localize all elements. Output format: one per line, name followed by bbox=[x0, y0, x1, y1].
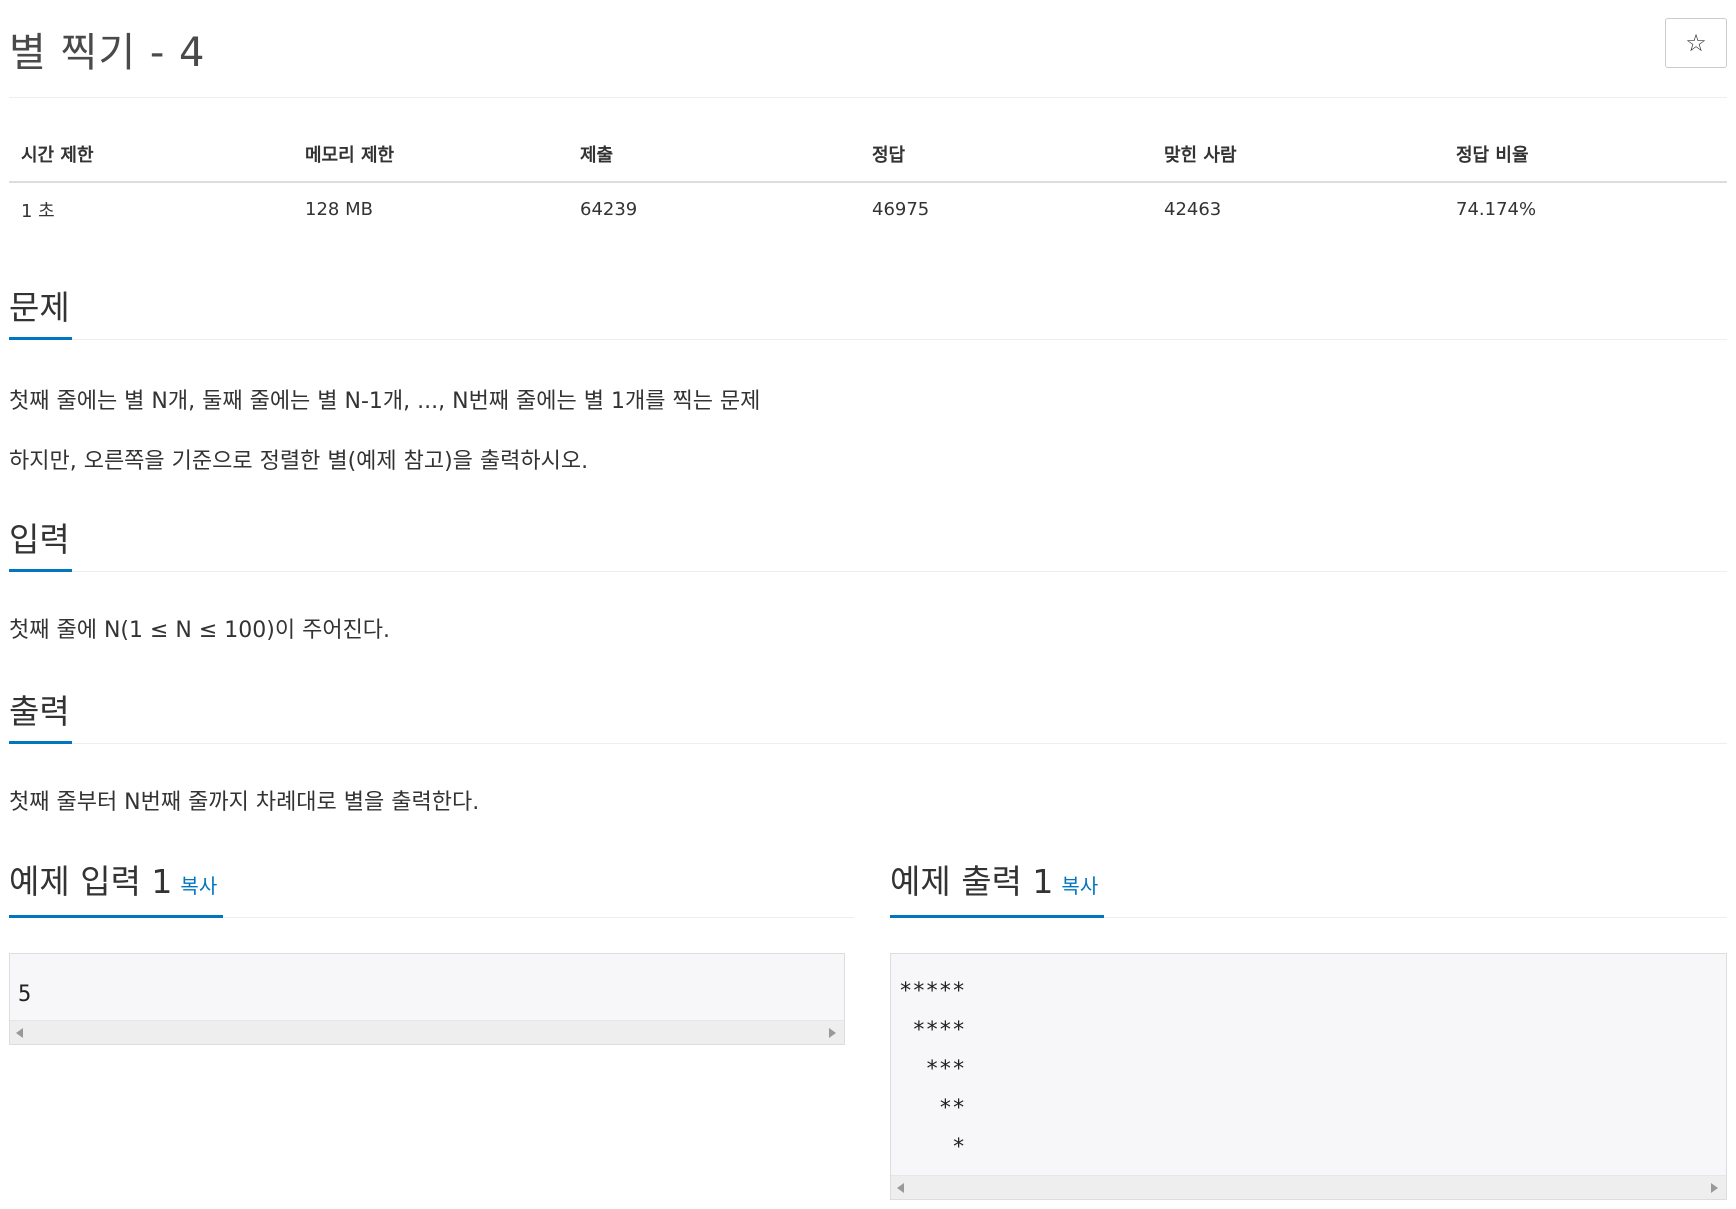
scroll-right-arrow-icon[interactable] bbox=[829, 1028, 836, 1038]
sample-output-copy-link[interactable]: 복사 bbox=[1061, 874, 1098, 898]
problem-heading: 문제 bbox=[9, 286, 72, 340]
problem-section: 문제 첫째 줄에는 별 N개, 둘째 줄에는 별 N-1개, ..., N번째 … bbox=[9, 286, 1727, 477]
sample-input-box[interactable]: 5 bbox=[9, 953, 845, 1045]
header-submissions: 제출 bbox=[568, 126, 860, 183]
scroll-left-arrow-icon[interactable] bbox=[897, 1183, 904, 1193]
problem-info-table: 시간 제한 메모리 제한 제출 정답 맞힌 사람 정답 비율 1 초 128 M… bbox=[9, 126, 1727, 236]
problem-page: 별 찍기 - 4 ☆ 시간 제한 메모리 제한 제출 정답 맞힌 사람 정답 비… bbox=[9, 0, 1727, 1200]
ratio-value: 74.174% bbox=[1456, 199, 1537, 220]
submissions-value: 64239 bbox=[580, 199, 638, 220]
accepted-value: 46975 bbox=[872, 199, 930, 220]
input-heading: 입력 bbox=[9, 518, 72, 572]
sample-input-heading: 예제 입력 1 복사 bbox=[9, 858, 224, 918]
sample-output-title: 예제 출력 1 bbox=[890, 862, 1054, 901]
problem-headline: 문제 bbox=[9, 286, 1727, 340]
output-section: 출력 첫째 줄부터 N번째 줄까지 차례대로 별을 출력한다. bbox=[9, 690, 1727, 818]
input-headline: 입력 bbox=[9, 518, 1727, 572]
header-accepted: 정답 bbox=[860, 126, 1152, 183]
sample-output-box[interactable]: ***** **** *** ** * bbox=[890, 953, 1727, 1200]
sample-input-headline: 예제 입력 1 복사 bbox=[9, 858, 854, 918]
header-memory-limit: 메모리 제한 bbox=[293, 126, 568, 183]
sample-input-title: 예제 입력 1 bbox=[9, 862, 173, 901]
title-row: 별 찍기 - 4 ☆ bbox=[9, 0, 1727, 98]
scroll-right-arrow-icon[interactable] bbox=[1711, 1183, 1718, 1193]
input-section: 입력 첫째 줄에 N(1 ≤ N ≤ 100)이 주어진다. bbox=[9, 518, 1727, 646]
output-headline: 출력 bbox=[9, 690, 1727, 744]
info-header-row: 시간 제한 메모리 제한 제출 정답 맞힌 사람 정답 비율 bbox=[9, 126, 1727, 183]
time-limit-value: 1 초 bbox=[21, 200, 55, 222]
solvers-value: 42463 bbox=[1164, 199, 1222, 220]
sample-input-copy-link[interactable]: 복사 bbox=[180, 874, 217, 898]
sample-input-scrollbar[interactable] bbox=[10, 1020, 844, 1044]
star-icon: ☆ bbox=[1685, 29, 1707, 57]
sample-output-heading: 예제 출력 1 복사 bbox=[890, 858, 1105, 918]
problem-description-line-2: 하지만, 오른쪽을 기준으로 정렬한 별(예제 참고)을 출력하시오. bbox=[9, 449, 589, 474]
favorite-star-button[interactable]: ☆ bbox=[1665, 18, 1727, 68]
sample-output-headline: 예제 출력 1 복사 bbox=[890, 858, 1727, 918]
memory-limit-value: 128 MB bbox=[305, 199, 373, 220]
header-solvers: 맞힌 사람 bbox=[1152, 126, 1444, 183]
sample-input-content: 5 bbox=[18, 982, 32, 1007]
output-heading: 출력 bbox=[9, 690, 72, 744]
header-time-limit: 시간 제한 bbox=[9, 126, 293, 183]
page-title: 별 찍기 - 4 bbox=[9, 30, 206, 76]
sample-output-scrollbar[interactable] bbox=[891, 1175, 1726, 1199]
scroll-left-arrow-icon[interactable] bbox=[16, 1028, 23, 1038]
header-ratio: 정답 비율 bbox=[1444, 126, 1727, 183]
problem-description-line-1: 첫째 줄에는 별 N개, 둘째 줄에는 별 N-1개, ..., N번째 줄에는… bbox=[9, 389, 761, 414]
input-description: 첫째 줄에 N(1 ≤ N ≤ 100)이 주어진다. bbox=[9, 618, 391, 643]
sample-output-content: ***** **** *** ** * bbox=[899, 979, 966, 1160]
info-value-row: 1 초 128 MB 64239 46975 42463 74.174% bbox=[9, 182, 1727, 236]
output-description: 첫째 줄부터 N번째 줄까지 차례대로 별을 출력한다. bbox=[9, 790, 480, 815]
